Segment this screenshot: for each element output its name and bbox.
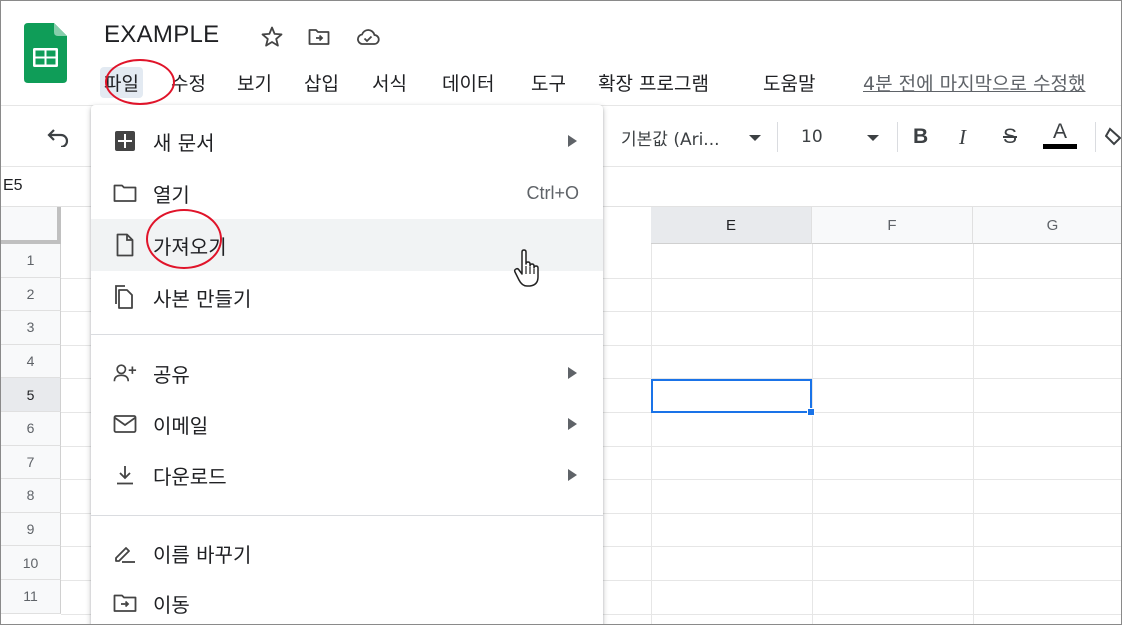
menu-item-new[interactable]: 새 문서 bbox=[91, 115, 603, 167]
text-color-swatch bbox=[1043, 144, 1077, 149]
row-header[interactable]: 8 bbox=[1, 479, 61, 513]
menu-item-label: 다운로드 bbox=[153, 464, 227, 489]
rename-icon bbox=[113, 541, 137, 565]
menu-item-label: 이동 bbox=[153, 592, 190, 617]
row-header[interactable]: 1 bbox=[1, 244, 61, 278]
row-header[interactable]: 6 bbox=[1, 412, 61, 446]
row-header[interactable]: 7 bbox=[1, 445, 61, 480]
copy-icon bbox=[113, 285, 137, 309]
submenu-arrow-icon bbox=[568, 469, 577, 481]
menu-item-label: 공유 bbox=[153, 362, 190, 387]
menu-item-move[interactable]: 이동 bbox=[91, 577, 603, 624]
row-header[interactable]: 11 bbox=[1, 580, 61, 614]
move-icon bbox=[113, 591, 137, 615]
menu-view[interactable]: 보기 bbox=[233, 67, 276, 98]
file-icon bbox=[113, 233, 137, 257]
row-header[interactable]: 9 bbox=[1, 512, 61, 547]
font-size-value: 10 bbox=[801, 127, 823, 147]
row-header[interactable]: 2 bbox=[1, 277, 61, 312]
mail-icon bbox=[113, 412, 137, 436]
grid-line bbox=[973, 244, 974, 624]
move-to-folder-icon[interactable] bbox=[306, 25, 332, 49]
menu-extensions[interactable]: 확장 프로그램 bbox=[594, 67, 713, 98]
hand-cursor-icon bbox=[513, 249, 543, 289]
annotation-circle-file-menu bbox=[105, 59, 175, 105]
column-header-f[interactable]: F bbox=[812, 207, 973, 244]
menu-item-label: 사본 만들기 bbox=[153, 286, 252, 311]
share-person-icon bbox=[113, 361, 137, 385]
chevron-down-icon bbox=[867, 135, 879, 141]
folder-icon bbox=[113, 181, 137, 205]
selected-cell-e5[interactable] bbox=[651, 379, 812, 413]
menu-item-rename[interactable]: 이름 바꾸기 bbox=[91, 527, 603, 579]
bold-button[interactable]: B bbox=[913, 120, 928, 154]
column-header-e[interactable]: E bbox=[651, 207, 812, 244]
menu-item-email[interactable]: 이메일 bbox=[91, 398, 603, 450]
row-header[interactable]: 10 bbox=[1, 546, 61, 580]
row-header[interactable]: 5 bbox=[1, 378, 61, 412]
app-window: EXAMPLE 파일 수정 보기 삽입 서식 데이터 도구 확장 프로그램 도움… bbox=[0, 0, 1122, 625]
shortcut-label: Ctrl+O bbox=[526, 182, 579, 203]
grid-line bbox=[812, 244, 813, 624]
font-family-value: 기본값 (Ari... bbox=[621, 129, 720, 150]
cloud-saved-icon[interactable] bbox=[355, 25, 381, 49]
menu-item-share[interactable]: 공유 bbox=[91, 347, 603, 399]
row-header[interactable]: 3 bbox=[1, 311, 61, 345]
grid-line bbox=[651, 244, 652, 624]
menu-item-label: 이름 바꾸기 bbox=[153, 542, 252, 567]
menu-divider bbox=[91, 515, 603, 516]
menu-data[interactable]: 데이터 bbox=[438, 67, 498, 98]
name-box[interactable]: E5 bbox=[3, 177, 23, 195]
text-color-button[interactable]: A bbox=[1043, 120, 1077, 154]
menu-insert[interactable]: 삽입 bbox=[300, 67, 343, 98]
menu-divider bbox=[91, 334, 603, 335]
new-document-icon bbox=[113, 129, 137, 153]
undo-icon[interactable] bbox=[45, 120, 71, 154]
italic-button[interactable]: I bbox=[959, 120, 966, 154]
submenu-arrow-icon bbox=[568, 418, 577, 430]
menu-tools[interactable]: 도구 bbox=[527, 67, 570, 98]
menu-item-download[interactable]: 다운로드 bbox=[91, 449, 603, 501]
submenu-arrow-icon bbox=[568, 135, 577, 147]
download-icon bbox=[113, 463, 137, 487]
document-title[interactable]: EXAMPLE bbox=[104, 21, 219, 49]
paint-bucket-icon[interactable] bbox=[1105, 120, 1121, 154]
toolbar-divider bbox=[777, 122, 778, 152]
menu-format[interactable]: 서식 bbox=[368, 67, 411, 98]
toolbar-divider bbox=[897, 122, 898, 152]
star-icon[interactable] bbox=[259, 25, 285, 49]
select-all-corner[interactable] bbox=[1, 207, 61, 244]
menu-help[interactable]: 도움말 bbox=[759, 67, 819, 98]
toolbar-divider bbox=[1095, 122, 1096, 152]
file-menu-dropdown: 새 문서 열기 Ctrl+O 가져오기 사본 만들기 공유 이메일 다운로드 이… bbox=[91, 105, 603, 624]
row-header[interactable]: 4 bbox=[1, 344, 61, 379]
menu-item-label: 이메일 bbox=[153, 413, 209, 438]
submenu-arrow-icon bbox=[568, 367, 577, 379]
menu-item-label: 열기 bbox=[153, 182, 190, 207]
font-family-select[interactable]: 기본값 (Ari... bbox=[621, 120, 761, 154]
chevron-down-icon bbox=[749, 135, 761, 141]
column-header-g[interactable]: G bbox=[973, 207, 1121, 244]
strikethrough-button[interactable]: S bbox=[1003, 120, 1017, 154]
annotation-circle-import bbox=[146, 209, 222, 269]
fill-handle[interactable] bbox=[807, 408, 815, 416]
last-edit-link[interactable]: 4분 전에 마지막으로 수정했 bbox=[863, 69, 1086, 96]
menu-item-label: 새 문서 bbox=[153, 130, 215, 155]
text-color-label: A bbox=[1052, 120, 1067, 143]
font-size-select[interactable]: 10 bbox=[801, 120, 879, 154]
